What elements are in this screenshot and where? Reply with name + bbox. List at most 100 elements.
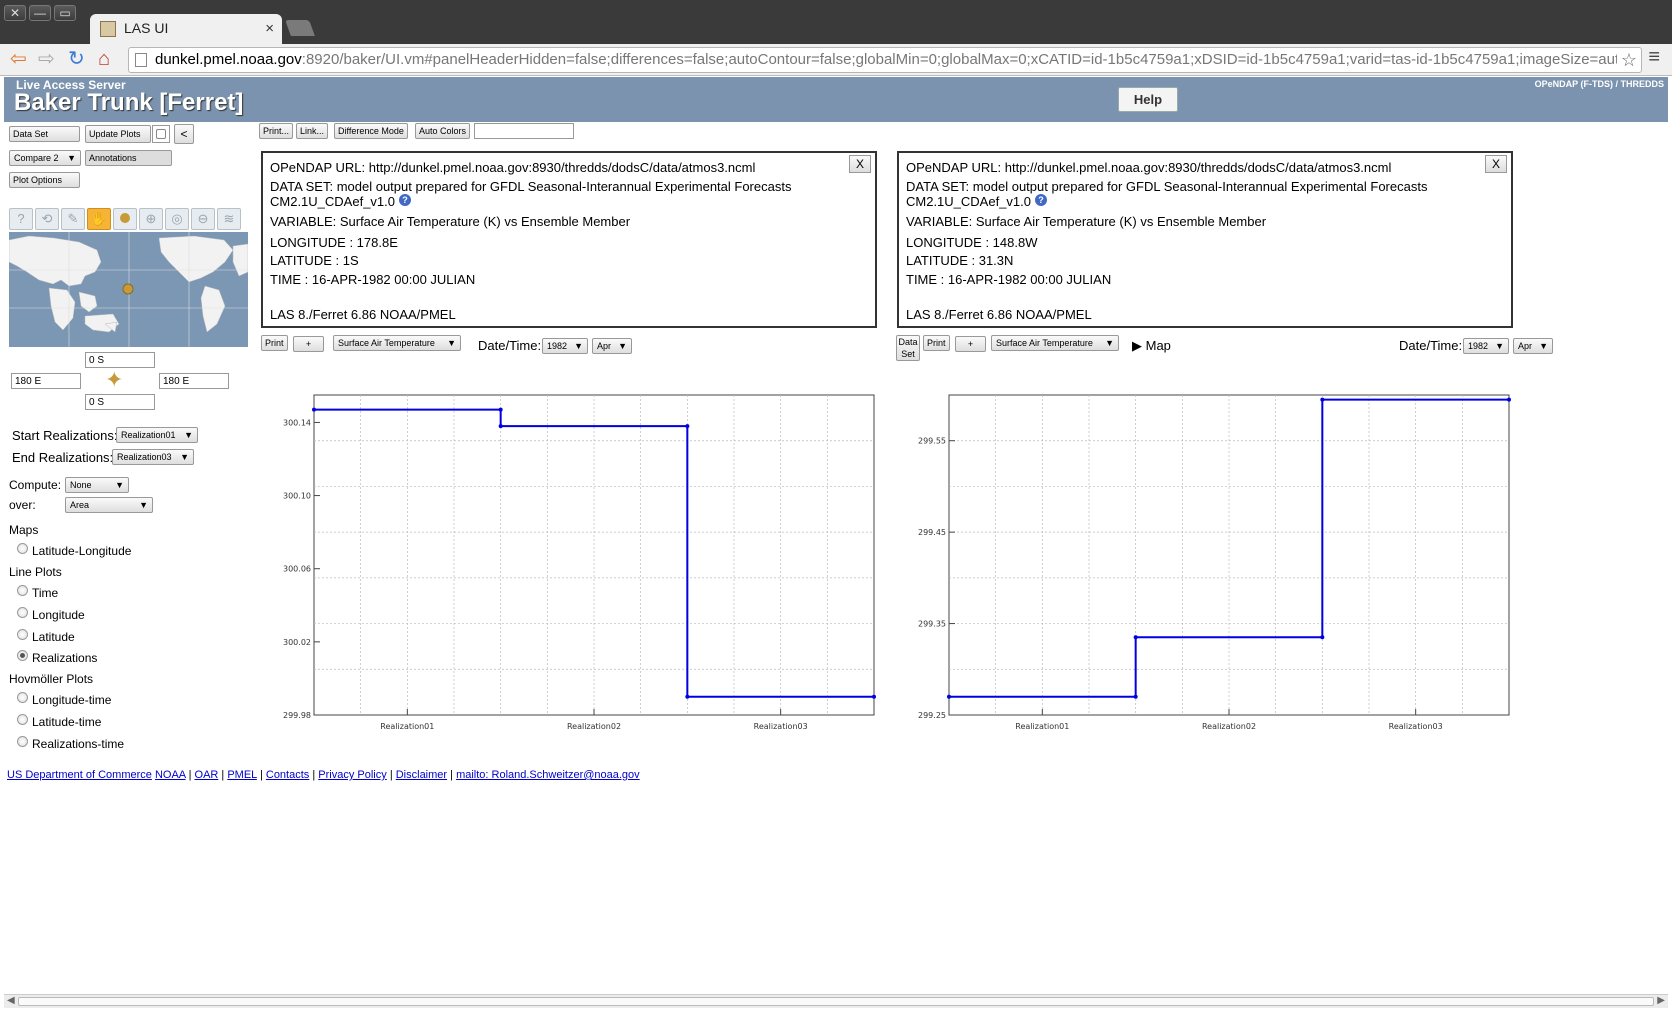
las-version-text: LAS 8./Ferret 6.86 NOAA/PMEL <box>906 307 1092 322</box>
scroll-right-icon[interactable]: ▶ <box>1657 995 1665 1006</box>
data-point <box>1320 397 1325 402</box>
browser-titlebar: ✕ — ▭ LAS UI × <box>0 0 1672 44</box>
west-lon-input[interactable] <box>11 373 81 389</box>
map-toggle[interactable]: ▶ Map <box>1132 338 1171 354</box>
y-tick-label: 299.45 <box>918 528 946 537</box>
footer-link[interactable]: OAR <box>195 769 219 781</box>
question-icon[interactable]: ? <box>399 194 411 206</box>
dataset-button[interactable]: Data Set <box>9 126 80 142</box>
close-panel-button[interactable]: X <box>849 155 871 173</box>
question-icon[interactable]: ? <box>1035 194 1047 206</box>
end-realizations-select[interactable]: Realization03 ▼ <box>112 449 194 465</box>
longitude-text: LONGITUDE : 178.8E <box>270 235 398 250</box>
scroll-thumb[interactable] <box>18 997 1654 1006</box>
browser-tab[interactable]: LAS UI × <box>90 14 282 44</box>
panel1-plot[interactable]: 299.98 300.02 300.06 300.10 300.14 Realizatio… <box>264 377 884 737</box>
reload-icon[interactable]: ↻ <box>68 48 85 70</box>
data-point <box>1507 397 1511 402</box>
tab-close-icon[interactable]: × <box>265 20 274 37</box>
north-lat-input[interactable] <box>85 352 155 368</box>
panel1-year-select[interactable]: 1982 ▼ <box>542 338 588 354</box>
lat-time-radio[interactable] <box>17 714 28 725</box>
window-close-icon[interactable]: ✕ <box>4 5 26 21</box>
x-tick-label: Realization01 <box>380 722 434 731</box>
link-button[interactable]: Link... <box>296 123 329 139</box>
page-title: Baker Trunk [Ferret] <box>14 89 244 116</box>
window-maximize-icon[interactable]: ▭ <box>54 5 76 21</box>
scroll-left-icon[interactable]: ◀ <box>7 995 15 1006</box>
longitude-radio[interactable] <box>17 607 28 618</box>
east-lon-input[interactable] <box>159 373 229 389</box>
opendap-thredds-label: OPeNDAP (F-TDS) / THREDDS <box>1534 79 1664 89</box>
bookmark-star-icon[interactable]: ☆ <box>1616 48 1637 72</box>
footer-link[interactable]: Privacy Policy <box>318 769 386 781</box>
real-time-radio[interactable] <box>17 736 28 747</box>
zoom-out-tool-icon[interactable]: ⊖ <box>191 208 215 230</box>
plot-options-button[interactable]: Plot Options <box>9 172 80 188</box>
layers-tool-icon[interactable]: ≋ <box>217 208 241 230</box>
back-arrow-icon[interactable]: ⇦ <box>10 48 27 70</box>
variable-select-value: Surface Air Temperature <box>338 338 435 348</box>
horizontal-scrollbar[interactable]: ◀ ▶ <box>4 994 1668 1008</box>
difference-mode-button[interactable]: Difference Mode <box>334 123 408 139</box>
edit-tool-icon[interactable]: ✎ <box>61 208 85 230</box>
window-minimize-icon[interactable]: — <box>29 5 51 21</box>
month-value: Apr <box>1518 341 1533 351</box>
collapse-panel-button[interactable]: < <box>174 124 194 144</box>
latitude-text: LATITUDE : 31.3N <box>906 253 1014 268</box>
auto-update-checkbox[interactable] <box>152 125 170 143</box>
point-tool-icon[interactable] <box>113 208 137 230</box>
latlon-label: Latitude-Longitude <box>32 544 132 558</box>
zoom-in-tool-icon[interactable]: ⊕ <box>139 208 163 230</box>
realizations-radio[interactable] <box>17 650 28 661</box>
reset-tool-icon[interactable]: ⟲ <box>35 208 59 230</box>
panel1-print-button[interactable]: Print <box>261 335 288 351</box>
url-host: dunkel.pmel.noaa.gov <box>155 51 302 68</box>
world-map[interactable] <box>9 232 248 347</box>
help-tool-icon[interactable]: ? <box>9 208 33 230</box>
footer-link[interactable]: Disclaimer <box>396 769 447 781</box>
annotations-button[interactable]: Annotations <box>85 150 172 166</box>
pan-hand-tool-icon[interactable]: ✋ <box>87 208 111 230</box>
home-icon[interactable]: ⌂ <box>98 48 110 70</box>
panel2-plot[interactable]: 299.25 299.35 299.45 299.55 Realization01 Rea… <box>899 377 1519 737</box>
lon-time-radio[interactable] <box>17 692 28 703</box>
latlon-radio[interactable] <box>17 543 28 554</box>
auto-colors-input[interactable] <box>474 123 574 139</box>
globe-tool-icon[interactable]: ◎ <box>165 208 189 230</box>
footer-link[interactable]: Contacts <box>266 769 309 781</box>
close-panel-button[interactable]: X <box>1485 155 1507 173</box>
auto-colors-button[interactable]: Auto Colors <box>415 123 471 139</box>
latitude-radio[interactable] <box>17 629 28 640</box>
south-lat-input[interactable] <box>85 394 155 410</box>
footer-link[interactable]: US Department of Commerce <box>7 769 152 781</box>
browser-menu-icon[interactable]: ≡ <box>1648 46 1660 69</box>
triangle-right-icon: ▶ <box>1132 338 1146 353</box>
help-button[interactable]: Help <box>1118 87 1178 112</box>
time-radio[interactable] <box>17 585 28 596</box>
footer-link[interactable]: mailto: Roland.Schweitzer@noaa.gov <box>456 769 640 781</box>
compare-select[interactable]: Compare 2 ▼ <box>9 150 81 166</box>
panel1-variable-select[interactable]: Surface Air Temperature ▼ <box>333 335 461 351</box>
panel1-month-select[interactable]: Apr ▼ <box>592 338 632 354</box>
print-all-button[interactable]: Print... <box>259 123 294 139</box>
panel2-year-select[interactable]: 1982 ▼ <box>1463 338 1509 354</box>
panel2-month-select[interactable]: Apr ▼ <box>1513 338 1553 354</box>
over-select[interactable]: Area ▼ <box>65 497 153 513</box>
footer-link[interactable]: PMEL <box>227 769 257 781</box>
new-tab-button[interactable] <box>285 20 315 36</box>
panel1-plus-button[interactable]: + <box>293 336 324 352</box>
start-realizations-select[interactable]: Realization01 ▼ <box>116 427 198 443</box>
panel2-plus-button[interactable]: + <box>955 336 986 352</box>
update-plots-button[interactable]: Update Plots <box>85 125 151 143</box>
datetime-label: Date/Time: <box>1399 338 1463 353</box>
address-bar[interactable]: dunkel.pmel.noaa.gov:8920/baker/UI.vm#pa… <box>128 47 1642 73</box>
compute-select[interactable]: None ▼ <box>65 477 129 493</box>
forward-arrow-icon[interactable]: ⇨ <box>38 48 55 70</box>
panel2-print-button[interactable]: Print <box>923 335 950 351</box>
compute-value: None <box>70 480 92 490</box>
panel2-dataset-button[interactable]: Data Set <box>896 335 920 361</box>
las-version-text: LAS 8./Ferret 6.86 NOAA/PMEL <box>270 307 456 322</box>
panel2-variable-select[interactable]: Surface Air Temperature ▼ <box>991 335 1119 351</box>
footer-link[interactable]: NOAA <box>155 769 186 781</box>
